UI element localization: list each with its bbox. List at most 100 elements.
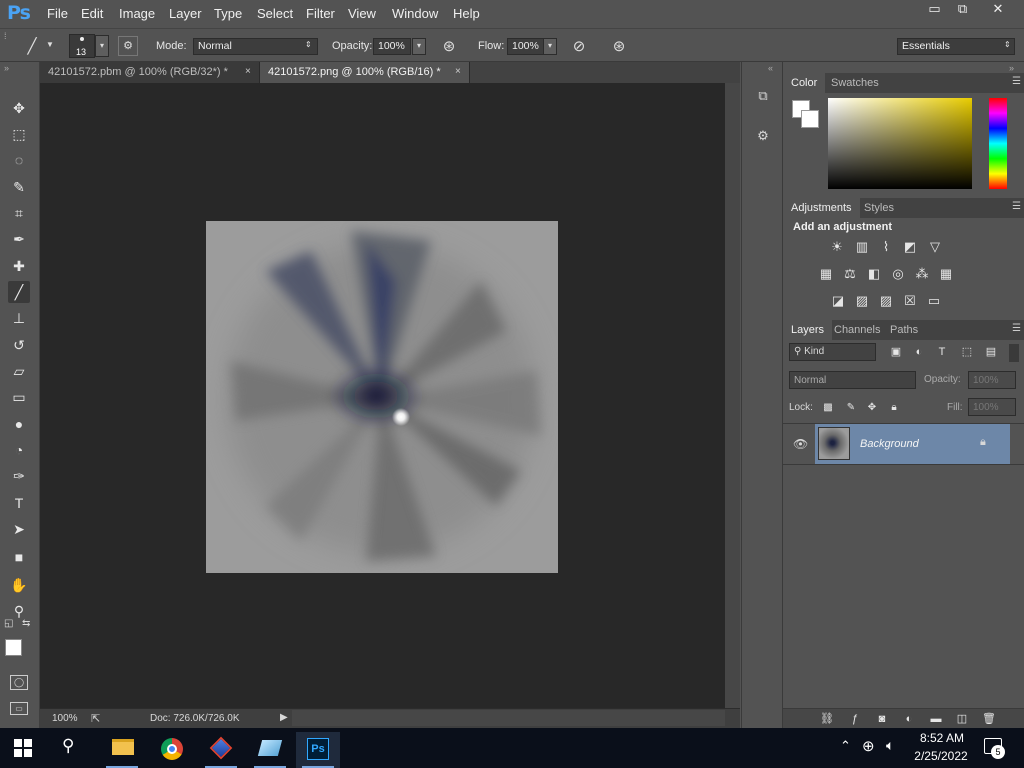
pressure-opacity-icon[interactable]: ⊛ (439, 37, 459, 55)
collapse-panels-icon[interactable]: » (1009, 63, 1014, 73)
filter-pixel-icon[interactable]: ▣ (887, 344, 905, 360)
curves-icon[interactable]: ⌇ (877, 239, 895, 255)
move-tool-icon[interactable]: ✥ (8, 97, 30, 119)
volume-icon[interactable]: 🔈︎ (886, 737, 894, 754)
color-field[interactable] (828, 98, 972, 189)
chevron-up-icon[interactable]: ⌃ (840, 738, 851, 754)
opacity-field[interactable]: 100% (373, 38, 411, 55)
vibrance-icon[interactable]: ▽ (926, 239, 944, 255)
lock-transparency-icon[interactable]: ▩ (819, 400, 837, 416)
marquee-tool-icon[interactable]: ⬚ (8, 123, 30, 145)
hue-slider[interactable] (989, 98, 1007, 189)
invert-icon[interactable]: ◪ (829, 293, 847, 309)
eraser-tool-icon[interactable]: ▱ (8, 360, 30, 382)
lock-position-icon[interactable]: ✥ (863, 400, 881, 416)
app-3d-box-icon[interactable] (199, 732, 243, 768)
filter-shape-icon[interactable]: ⬚ (958, 344, 976, 360)
panel-menu-icon[interactable]: ☰ (1012, 201, 1021, 212)
gradient-tool-icon[interactable]: ▭ (8, 386, 30, 408)
collapse-tools-icon[interactable]: » (4, 63, 9, 73)
default-colors-icon[interactable]: ◱ (4, 618, 13, 629)
brush-size-picker[interactable]: 13 (69, 34, 95, 58)
close-tab-icon[interactable]: × (245, 66, 251, 77)
link-layers-icon[interactable]: ⛓ (818, 711, 836, 727)
doc-tab-pbm[interactable]: 42101572.pbm @ 100% (RGB/32*) * (40, 62, 260, 83)
menu-window[interactable]: Window (392, 6, 438, 21)
hue-saturation-icon[interactable]: ▦ (817, 266, 835, 282)
document-image[interactable] (206, 221, 558, 573)
network-icon[interactable]: ⊕ (862, 737, 875, 755)
color-bg-swatch[interactable] (801, 110, 819, 128)
filter-toggle[interactable] (1009, 344, 1019, 362)
fx-icon[interactable]: ƒ (846, 711, 864, 727)
color-lookup-icon[interactable]: ▦ (937, 266, 955, 282)
menu-file[interactable]: File (47, 6, 68, 21)
hand-tool-icon[interactable]: ✋ (8, 574, 30, 596)
lasso-tool-icon[interactable]: ◌ (8, 149, 30, 171)
posterize-icon[interactable]: ▨ (853, 293, 871, 309)
tab-channels[interactable]: Channels (826, 320, 888, 340)
color-balance-icon[interactable]: ⚖ (841, 266, 859, 282)
menu-filter[interactable]: Filter (306, 6, 335, 21)
flow-dropdown[interactable]: ▾ (543, 38, 557, 55)
new-group-icon[interactable]: ▬ (927, 711, 945, 727)
pen-tool-icon[interactable]: ✑ (8, 465, 30, 487)
vertical-scrollbar[interactable] (725, 83, 740, 708)
levels-icon[interactable]: ▥ (853, 239, 871, 255)
properties-icon[interactable]: ⚙ (754, 128, 772, 146)
brush-size-dropdown[interactable]: ▾ (95, 35, 109, 57)
menu-view[interactable]: View (348, 6, 376, 21)
opacity-dropdown[interactable]: ▾ (412, 38, 426, 55)
workspace-select[interactable]: Essentials (897, 38, 1015, 55)
exposure-icon[interactable]: ◩ (901, 239, 919, 255)
blur-tool-icon[interactable]: ● (8, 413, 30, 435)
selective-color-icon[interactable]: ☒ (901, 293, 919, 309)
brightness-icon[interactable]: ☀ (828, 239, 846, 255)
shape-tool-icon[interactable]: ■ (8, 546, 30, 568)
flow-field[interactable]: 100% (507, 38, 545, 55)
tab-paths[interactable]: Paths (882, 320, 926, 340)
export-icon[interactable]: ⇱ (91, 712, 100, 725)
chevron-down-icon[interactable]: ▼ (46, 40, 54, 49)
tab-styles[interactable]: Styles (856, 198, 902, 218)
delete-layer-icon[interactable]: 🗑︎ (980, 711, 998, 727)
mode-select[interactable]: Normal (193, 38, 318, 55)
restore-button[interactable]: ⧉ (947, 0, 978, 20)
brush-panel-toggle-icon[interactable]: ⚙ (118, 36, 138, 56)
type-tool-icon[interactable]: T (8, 492, 30, 514)
pressure-size-icon[interactable]: ⊛ (608, 37, 630, 55)
foreground-color-swatch[interactable] (5, 639, 22, 656)
threshold-icon[interactable]: ▨ (877, 293, 895, 309)
tab-color[interactable]: Color (783, 73, 826, 93)
dodge-tool-icon[interactable]: ◔ (8, 439, 30, 461)
windows-start-icon[interactable] (14, 739, 32, 757)
add-mask-icon[interactable]: ◙ (873, 711, 891, 727)
lock-all-icon[interactable]: 🔒︎ (885, 400, 903, 416)
app-notes-icon[interactable] (248, 732, 292, 768)
healing-brush-tool-icon[interactable]: ✚ (8, 255, 30, 277)
chrome-icon[interactable] (150, 732, 194, 768)
panel-menu-icon[interactable]: ☰ (1012, 323, 1021, 334)
lock-pixels-icon[interactable]: ✎ (842, 400, 860, 416)
expand-panels-icon[interactable]: « (768, 63, 773, 73)
path-select-tool-icon[interactable]: ➤ (8, 518, 30, 540)
eye-icon[interactable]: 👁︎ (793, 437, 808, 451)
filter-type-icon[interactable]: T (933, 344, 951, 360)
close-window-button[interactable]: ✕ (976, 0, 1020, 20)
clone-stamp-tool-icon[interactable]: ⊥ (8, 307, 30, 329)
channel-mixer-icon[interactable]: ⁂ (913, 266, 931, 282)
close-tab-icon[interactable]: × (455, 66, 461, 77)
menu-image[interactable]: Image (119, 6, 155, 21)
filter-smart-object-icon[interactable]: ▤ (982, 344, 1000, 360)
taskbar-time[interactable]: 8:52 AM (912, 731, 972, 745)
layer-filter-select[interactable]: ⚲ Kind (789, 343, 876, 361)
menu-edit[interactable]: Edit (81, 6, 103, 21)
crop-tool-icon[interactable]: ⌗ (8, 202, 30, 224)
menu-help[interactable]: Help (453, 6, 480, 21)
tab-swatches[interactable]: Swatches (823, 73, 887, 93)
airbrush-icon[interactable]: ⊘ (568, 37, 590, 55)
gradient-map-icon[interactable]: ▭ (925, 293, 943, 309)
eyedropper-tool-icon[interactable]: ✒ (8, 228, 30, 250)
history-icon[interactable]: ⧉ (754, 88, 772, 106)
file-explorer-icon[interactable] (100, 732, 144, 768)
